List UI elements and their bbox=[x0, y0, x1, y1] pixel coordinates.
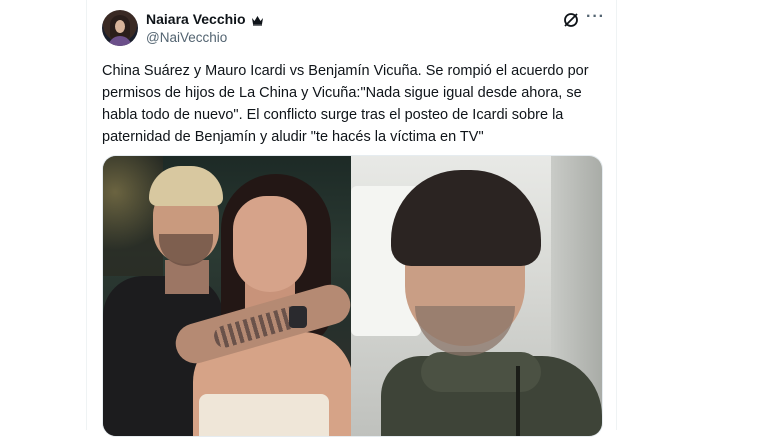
grok-icon[interactable] bbox=[562, 11, 580, 29]
author-display-name[interactable]: Naiara Vecchio bbox=[146, 11, 246, 27]
couple-photo[interactable] bbox=[103, 156, 351, 436]
avatar[interactable] bbox=[102, 10, 138, 46]
tweet-text: China Suárez y Mauro Icardi vs Benjamín … bbox=[102, 63, 589, 145]
more-options-icon[interactable]: ··· bbox=[586, 9, 604, 28]
watch-shape bbox=[289, 306, 307, 328]
man-in-car-photo[interactable] bbox=[351, 156, 602, 436]
beard-shape bbox=[415, 306, 515, 356]
timeline-border-right bbox=[616, 0, 617, 430]
woman-face-shape bbox=[233, 196, 307, 292]
crown-icon bbox=[251, 13, 264, 26]
tweet-card[interactable]: Naiara Vecchio @NaiVecchio ··· China Suá… bbox=[86, 0, 616, 437]
avatar-face bbox=[115, 20, 125, 33]
zipper-shape bbox=[516, 366, 520, 436]
tweet-media[interactable] bbox=[102, 155, 603, 437]
author-handle[interactable]: @NaiVecchio bbox=[146, 30, 227, 45]
hair-shape bbox=[391, 170, 541, 266]
author-name-row: Naiara Vecchio bbox=[146, 11, 264, 27]
man-hair-shape bbox=[149, 166, 223, 206]
collar-shape bbox=[421, 352, 541, 392]
